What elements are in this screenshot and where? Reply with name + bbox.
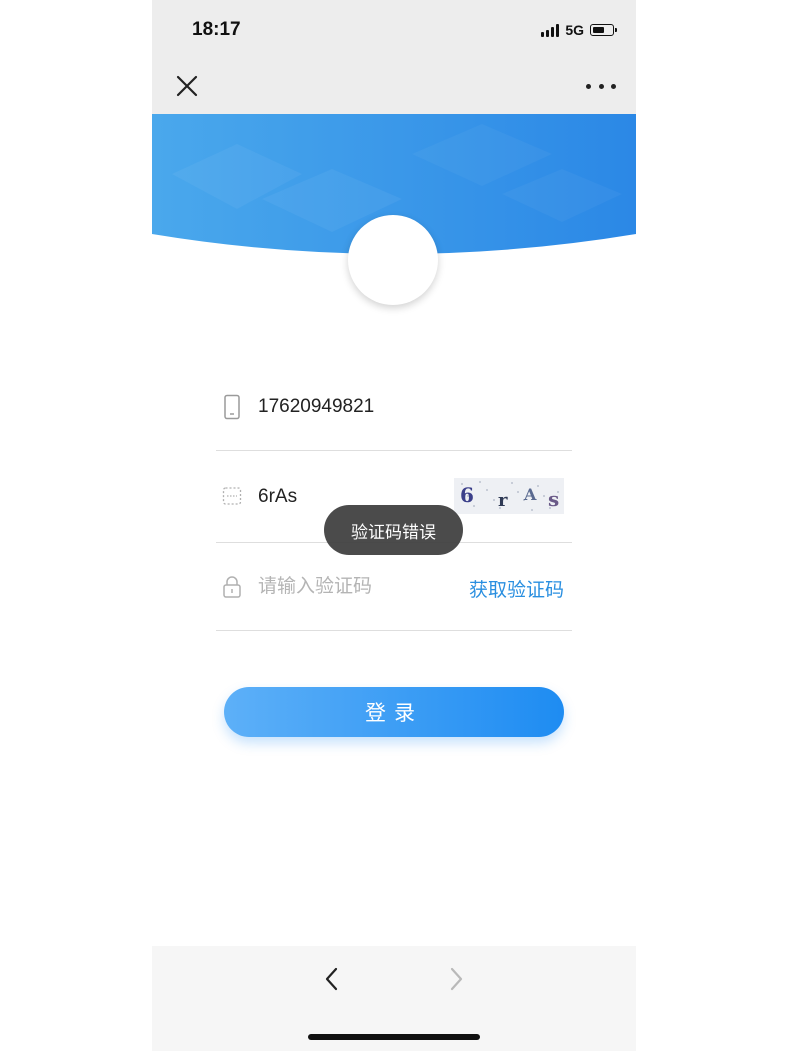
error-toast: 验证码错误	[324, 505, 463, 555]
svg-text:A: A	[523, 485, 537, 504]
bottom-nav-bar	[152, 946, 636, 1051]
phone-row: 17620949821	[216, 380, 572, 451]
battery-icon	[590, 24, 617, 36]
home-indicator	[308, 1034, 480, 1040]
svg-text:s: s	[548, 487, 559, 511]
captcha-field[interactable]: 6rAs	[258, 486, 297, 508]
phone-icon	[222, 394, 242, 420]
status-bar: 18:17 5G	[152, 0, 636, 60]
forward-arrow-icon[interactable]	[444, 966, 468, 992]
navigation-bar	[152, 60, 636, 114]
network-type: 5G	[565, 22, 584, 38]
svg-text:r: r	[498, 490, 508, 511]
lock-icon	[222, 575, 242, 599]
login-button[interactable]: 登录	[224, 687, 564, 737]
get-code-button[interactable]: 获取验证码	[469, 575, 564, 602]
svg-text:6: 6	[460, 483, 474, 507]
signal-icon	[541, 23, 560, 37]
back-arrow-icon[interactable]	[320, 966, 344, 992]
sms-code-row: 获取验证码	[216, 558, 572, 631]
more-icon[interactable]	[586, 74, 616, 98]
close-icon[interactable]	[174, 73, 200, 99]
sms-code-input[interactable]	[258, 575, 448, 597]
status-time: 18:17	[192, 19, 241, 40]
status-indicators: 5G	[541, 22, 617, 38]
phone-screen: 18:17 5G 17620949821 6rAs 6 r A s 请输入验证码…	[152, 0, 636, 1051]
captcha-image[interactable]: 6 r A s	[454, 478, 564, 514]
captcha-icon	[222, 485, 242, 509]
avatar	[348, 215, 438, 305]
phone-number-field[interactable]: 17620949821	[258, 396, 374, 418]
